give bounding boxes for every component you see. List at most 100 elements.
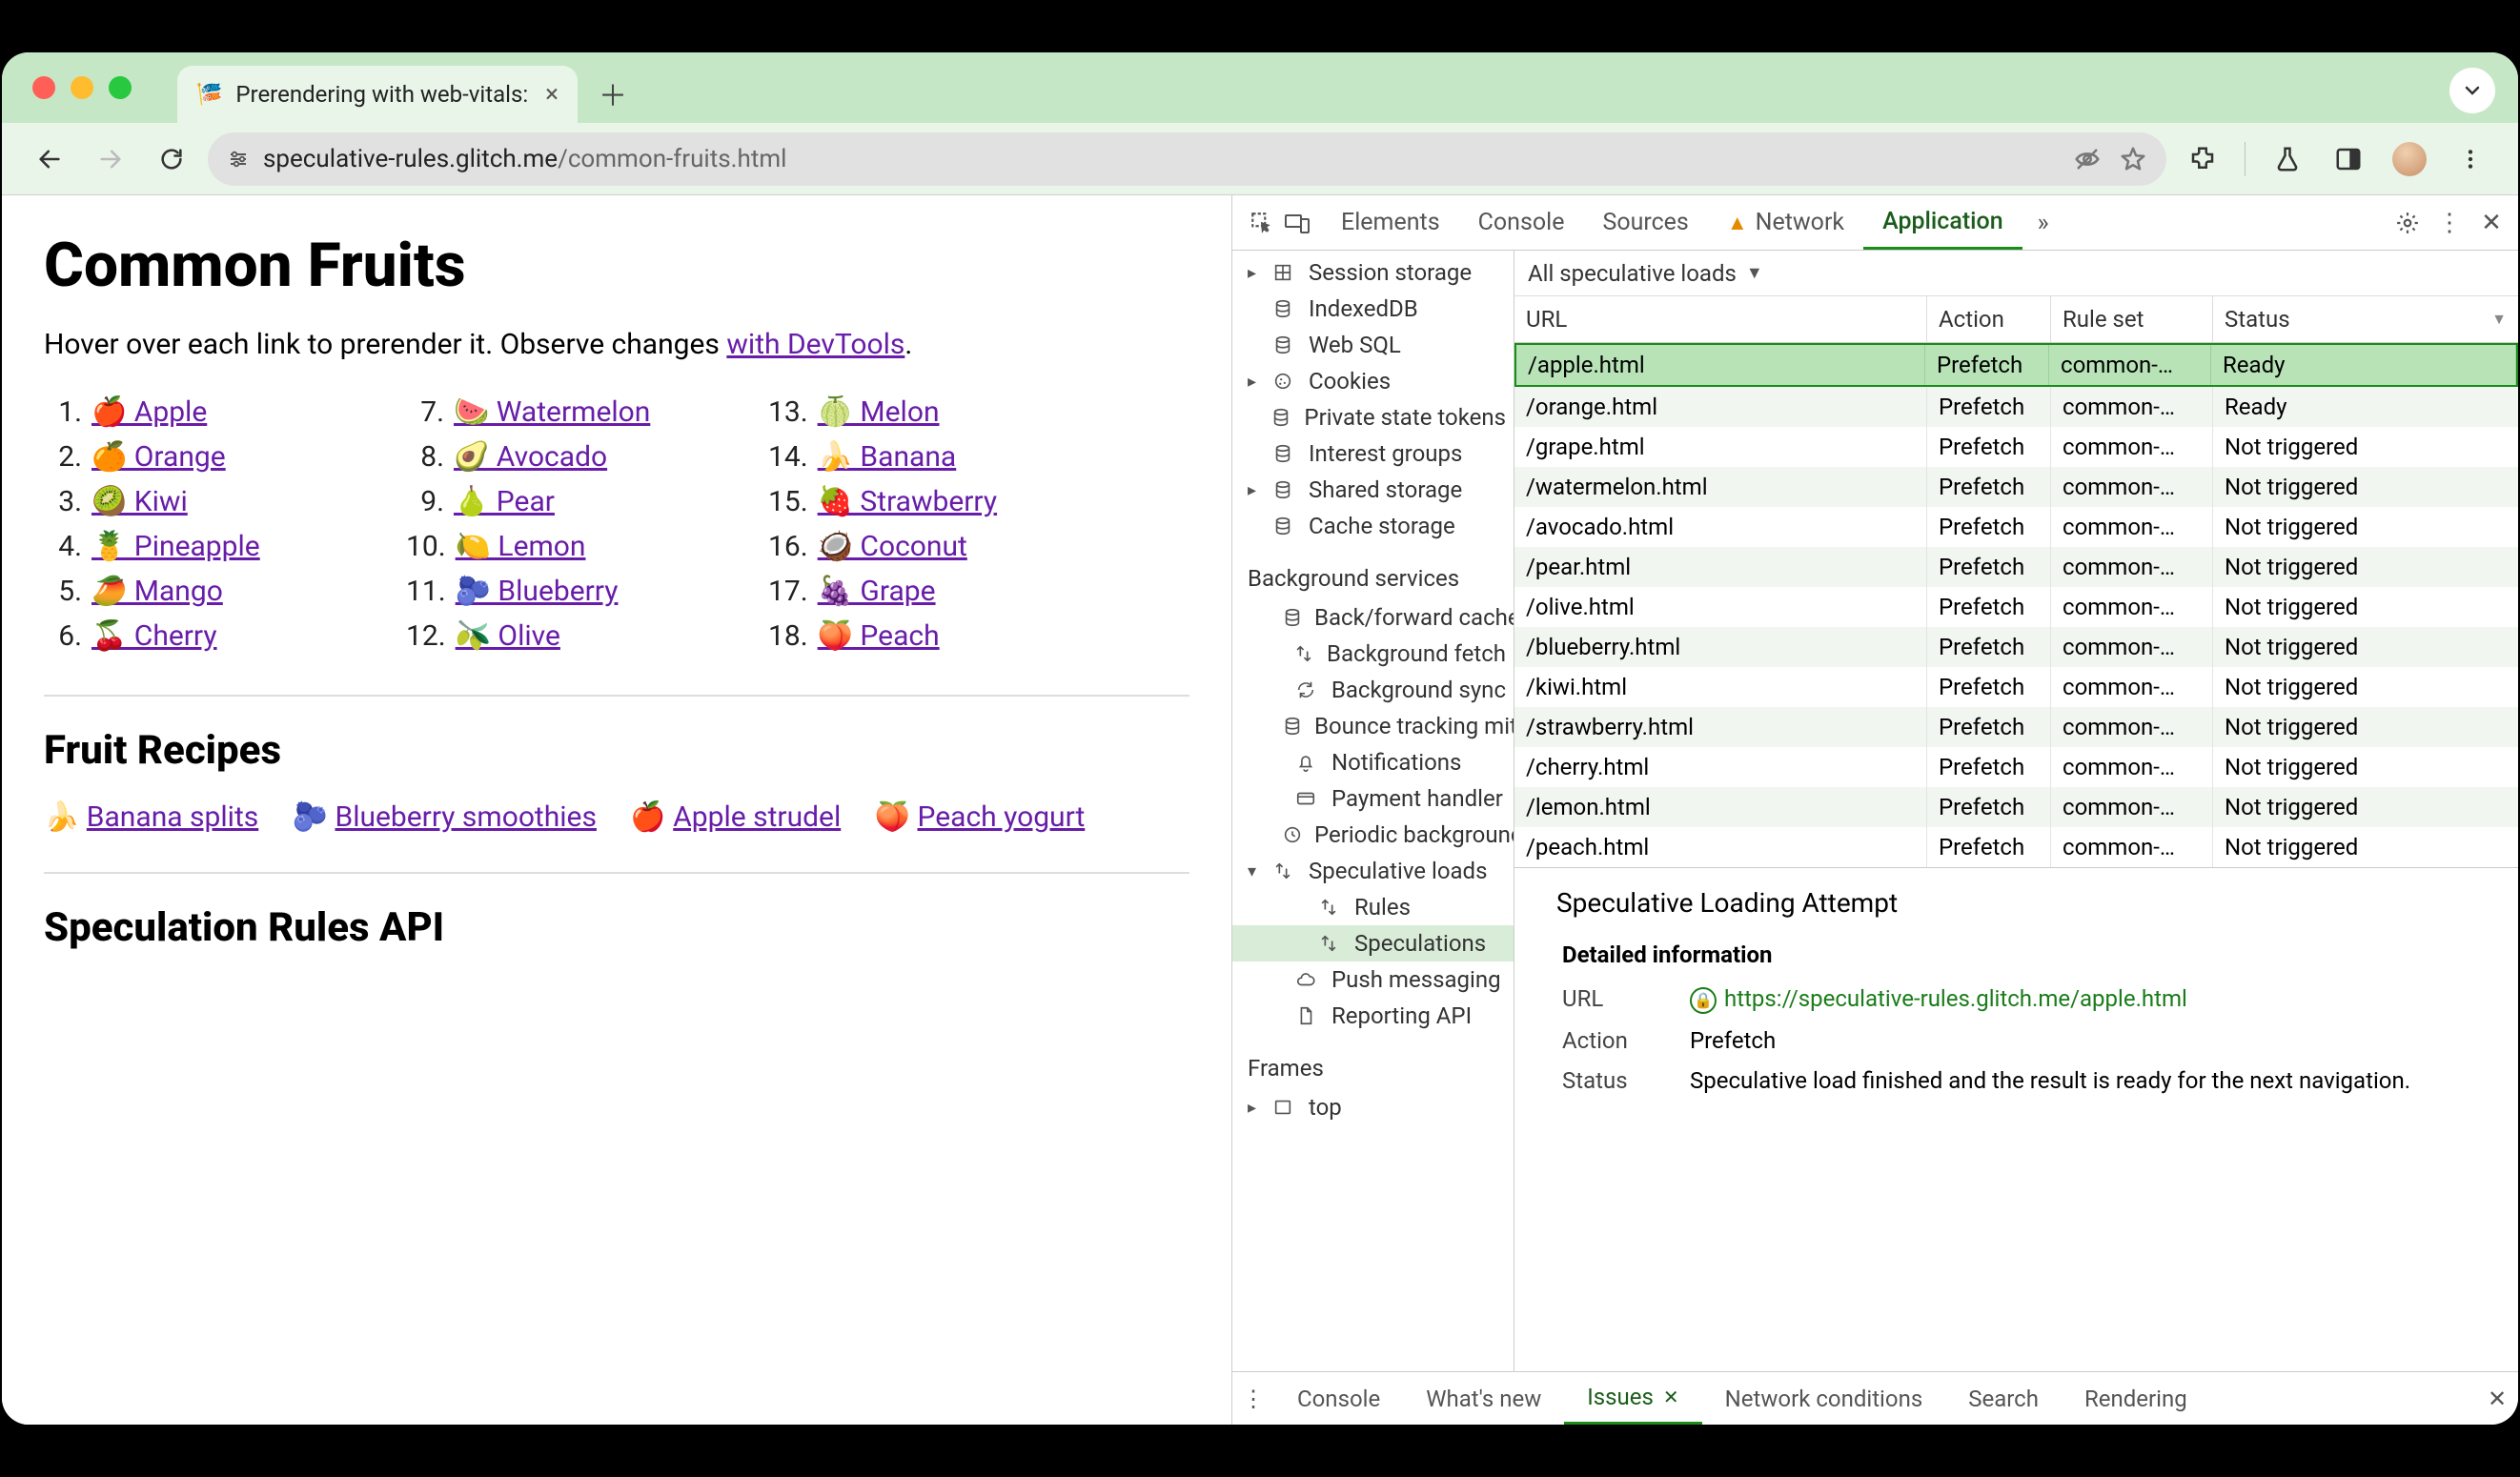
table-row[interactable]: /orange.htmlPrefetchcommon-…Ready [1514, 387, 2518, 427]
fruit-link[interactable]: 🍋 Lemon [456, 530, 586, 563]
col-ruleset[interactable]: Rule set [2051, 296, 2213, 342]
fruit-link[interactable]: 🍊 Orange [91, 440, 226, 474]
sidebar-item[interactable]: Reporting API [1232, 998, 1514, 1034]
recipe-link[interactable]: Apple strudel [673, 800, 841, 834]
fruit-link[interactable]: 🍈 Melon [818, 395, 940, 429]
sidebar-item[interactable]: ▸Cookies [1232, 363, 1514, 399]
sidebar-item[interactable]: Background fetch [1232, 636, 1514, 672]
fruit-link[interactable]: 🍐 Pear [454, 485, 555, 518]
recipe-link[interactable]: Banana splits [87, 800, 258, 834]
fruit-link[interactable]: 🍉 Watermelon [454, 395, 650, 429]
detail-url-value[interactable]: 🔒https://speculative-rules.glitch.me/app… [1690, 985, 2491, 1014]
fruit-link[interactable]: 🥑 Avocado [454, 440, 607, 474]
incognito-icon[interactable] [2073, 145, 2102, 173]
table-row[interactable]: /apple.htmlPrefetchcommon-…Ready [1514, 343, 2518, 387]
sidebar-item[interactable]: Private state tokens [1232, 399, 1514, 435]
sidebar-item[interactable]: Rules [1232, 889, 1514, 925]
application-sidebar[interactable]: ▸Session storageIndexedDBWeb SQL▸Cookies… [1232, 251, 1514, 1371]
table-row[interactable]: /pear.htmlPrefetchcommon-…Not triggered [1514, 547, 2518, 587]
drawer-close-icon[interactable]: ✕ [2476, 1372, 2518, 1425]
close-window-button[interactable] [32, 76, 55, 99]
sidebar-item[interactable]: Web SQL [1232, 327, 1514, 363]
reload-button[interactable] [147, 134, 196, 184]
table-row[interactable]: /cherry.htmlPrefetchcommon-…Not triggere… [1514, 747, 2518, 787]
sidebar-item[interactable]: IndexedDB [1232, 291, 1514, 327]
new-tab-button[interactable]: ＋ [589, 70, 637, 117]
sidebar-item[interactable]: Payment handler [1232, 780, 1514, 817]
fruit-link[interactable]: 🥥 Coconut [818, 530, 967, 563]
sidebar-item[interactable]: ▾Speculative loads [1232, 853, 1514, 889]
more-tabs-icon[interactable]: » [2022, 195, 2064, 250]
table-row[interactable]: /olive.htmlPrefetchcommon-…Not triggered [1514, 587, 2518, 627]
address-bar[interactable]: speculative-rules.glitch.me/common-fruit… [208, 132, 2166, 186]
sidebar-item[interactable]: Background sync [1232, 672, 1514, 708]
sidebar-item[interactable]: Cache storage [1232, 508, 1514, 544]
site-settings-icon[interactable] [227, 148, 250, 171]
drawer-tab-network-conditions[interactable]: Network conditions [1702, 1372, 1946, 1425]
sidebar-item[interactable]: Push messaging [1232, 961, 1514, 998]
browser-tab[interactable]: 🎏 Prerendering with web-vitals: × [177, 66, 578, 123]
fruit-link[interactable]: 🍓 Strawberry [818, 485, 997, 518]
gear-icon[interactable] [2387, 195, 2429, 250]
devtools-tab-sources[interactable]: Sources [1583, 195, 1707, 250]
fruit-link[interactable]: 🍎 Apple [91, 395, 207, 429]
sidebar-item[interactable]: Notifications [1232, 744, 1514, 780]
back-button[interactable] [25, 134, 74, 184]
table-row[interactable]: /peach.htmlPrefetchcommon-…Not triggered [1514, 827, 2518, 867]
recipe-link[interactable]: Blueberry smoothies [335, 800, 597, 834]
intro-link[interactable]: with DevTools [726, 328, 904, 361]
table-row[interactable]: /strawberry.htmlPrefetchcommon-…Not trig… [1514, 707, 2518, 747]
sidebar-item[interactable]: Speculations [1232, 925, 1514, 961]
drawer-kebab-icon[interactable]: ⋮ [1232, 1372, 1274, 1425]
drawer-tab-issues[interactable]: Issues✕ [1564, 1372, 1701, 1425]
col-url[interactable]: URL [1514, 296, 1927, 342]
minimize-window-button[interactable] [71, 76, 93, 99]
forward-button[interactable] [86, 134, 135, 184]
profile-avatar[interactable] [2385, 134, 2434, 184]
fruit-link[interactable]: 🫐 Blueberry [456, 575, 619, 608]
table-row[interactable]: /watermelon.htmlPrefetchcommon-…Not trig… [1514, 467, 2518, 507]
drawer-tab-search[interactable]: Search [1945, 1372, 2062, 1425]
recipe-link[interactable]: Peach yogurt [917, 800, 1085, 834]
devtools-tab-console[interactable]: Console [1459, 195, 1584, 250]
side-panel-button[interactable] [2324, 134, 2373, 184]
bookmark-star-icon[interactable] [2119, 145, 2147, 173]
fruit-link[interactable]: 🍍 Pineapple [91, 530, 260, 563]
devtools-tab-network[interactable]: ▲Network [1708, 195, 1863, 250]
fruit-link[interactable]: 🥭 Mango [91, 575, 223, 608]
drawer-tab-console[interactable]: Console [1274, 1372, 1403, 1425]
sidebar-item[interactable]: Bounce tracking mitigation [1232, 708, 1514, 744]
speculation-table[interactable]: /apple.htmlPrefetchcommon-…Ready/orange.… [1514, 343, 2518, 867]
devtools-tab-elements[interactable]: Elements [1322, 195, 1459, 250]
speculation-filter[interactable]: All speculative loads ▼ [1514, 251, 2518, 296]
table-row[interactable]: /lemon.htmlPrefetchcommon-…Not triggered [1514, 787, 2518, 827]
table-row[interactable]: /grape.htmlPrefetchcommon-…Not triggered [1514, 427, 2518, 467]
device-toggle-icon[interactable] [1284, 211, 1311, 235]
col-status[interactable]: Status▼ [2213, 296, 2518, 342]
tab-close-icon[interactable]: × [545, 80, 559, 109]
table-row[interactable]: /blueberry.htmlPrefetchcommon-…Not trigg… [1514, 627, 2518, 667]
close-icon[interactable]: ✕ [1663, 1386, 1679, 1408]
inspect-icon[interactable] [1250, 211, 1274, 235]
col-action[interactable]: Action [1927, 296, 2051, 342]
table-row[interactable]: /avocado.htmlPrefetchcommon-…Not trigger… [1514, 507, 2518, 547]
kebab-icon[interactable]: ⋮ [2429, 195, 2470, 250]
fruit-link[interactable]: 🍒 Cherry [91, 619, 217, 653]
devtools-close-icon[interactable]: ✕ [2470, 195, 2512, 250]
tab-search-button[interactable] [2449, 68, 2495, 113]
table-row[interactable]: /kiwi.htmlPrefetchcommon-…Not triggered [1514, 667, 2518, 707]
sidebar-item[interactable]: ▸Session storage [1232, 254, 1514, 291]
drawer-tab-rendering[interactable]: Rendering [2062, 1372, 2210, 1425]
drawer-tab-whatsnew[interactable]: What's new [1403, 1372, 1564, 1425]
fruit-link[interactable]: 🫒 Olive [456, 619, 560, 653]
sidebar-item[interactable]: Periodic background sync [1232, 817, 1514, 853]
sidebar-item[interactable]: ▸Shared storage [1232, 472, 1514, 508]
maximize-window-button[interactable] [109, 76, 132, 99]
chrome-menu-button[interactable] [2446, 134, 2495, 184]
devtools-tab-application[interactable]: Application [1863, 195, 2022, 250]
extensions-button[interactable] [2178, 134, 2227, 184]
sidebar-item[interactable]: Interest groups [1232, 435, 1514, 472]
sidebar-item[interactable]: ▸top [1232, 1089, 1514, 1125]
sidebar-item[interactable]: Back/forward cache [1232, 599, 1514, 636]
fruit-link[interactable]: 🍇 Grape [818, 575, 936, 608]
